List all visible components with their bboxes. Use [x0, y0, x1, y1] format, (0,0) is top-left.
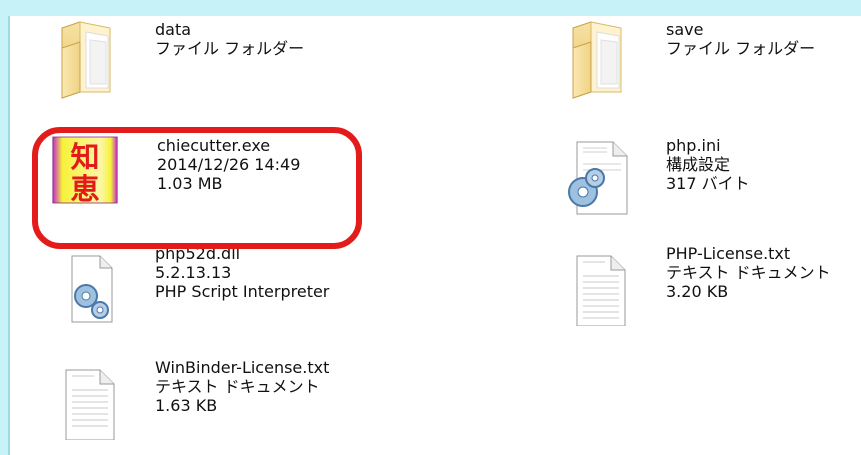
chiecutter-glyph-bottom: 恵: [71, 172, 100, 206]
settings-file-icon: [568, 141, 628, 215]
file-size: 1.63 KB: [155, 396, 218, 415]
dll-gear-icon: [71, 255, 113, 323]
folder-icon: [61, 21, 111, 99]
file-type: 構成設定: [666, 155, 731, 174]
file-name: data: [155, 20, 192, 39]
file-name: chiecutter.exe: [157, 136, 271, 155]
file-type: ファイル フォルダー: [155, 39, 305, 58]
file-size: 3.20 KB: [666, 282, 729, 301]
file-details: chiecutter.exe 2014/12/26 14:49 1.03 MB: [157, 136, 300, 193]
file-type: ファイル フォルダー: [666, 39, 816, 58]
file-details: WinBinder-License.txt テキスト ドキュメント 1.63 K…: [155, 358, 329, 415]
text-document-icon: [576, 255, 626, 326]
file-details: PHP-License.txt テキスト ドキュメント 3.20 KB: [666, 244, 831, 301]
file-date: 2014/12/26 14:49: [157, 155, 301, 174]
file-details: save ファイル フォルダー: [666, 20, 815, 58]
folder-icon: [572, 21, 622, 99]
file-version: 5.2.13.13: [155, 263, 232, 282]
file-type: テキスト ドキュメント: [155, 377, 320, 396]
file-type: テキスト ドキュメント: [666, 263, 831, 282]
file-name: php.ini: [666, 136, 721, 155]
file-details: data ファイル フォルダー: [155, 20, 304, 58]
file-description: PHP Script Interpreter: [155, 282, 330, 301]
text-document-icon: [65, 369, 115, 440]
chiecutter-glyph-top: 知: [71, 140, 100, 174]
file-details: php.ini 構成設定 317 バイト: [666, 136, 750, 193]
file-size: 317 バイト: [666, 174, 750, 193]
file-size: 1.03 MB: [157, 174, 223, 193]
file-view-pane: data ファイル フォルダー save ファイル フォルダー 知 恵 chie…: [8, 16, 861, 455]
file-name: WinBinder-License.txt: [155, 358, 330, 377]
chiecutter-app-icon: 知 恵: [52, 136, 118, 206]
file-name: PHP-License.txt: [666, 244, 791, 263]
file-name: save: [666, 20, 704, 39]
file-name: php52d.dll: [155, 244, 241, 263]
file-details: php52d.dll 5.2.13.13 PHP Script Interpre…: [155, 244, 329, 301]
